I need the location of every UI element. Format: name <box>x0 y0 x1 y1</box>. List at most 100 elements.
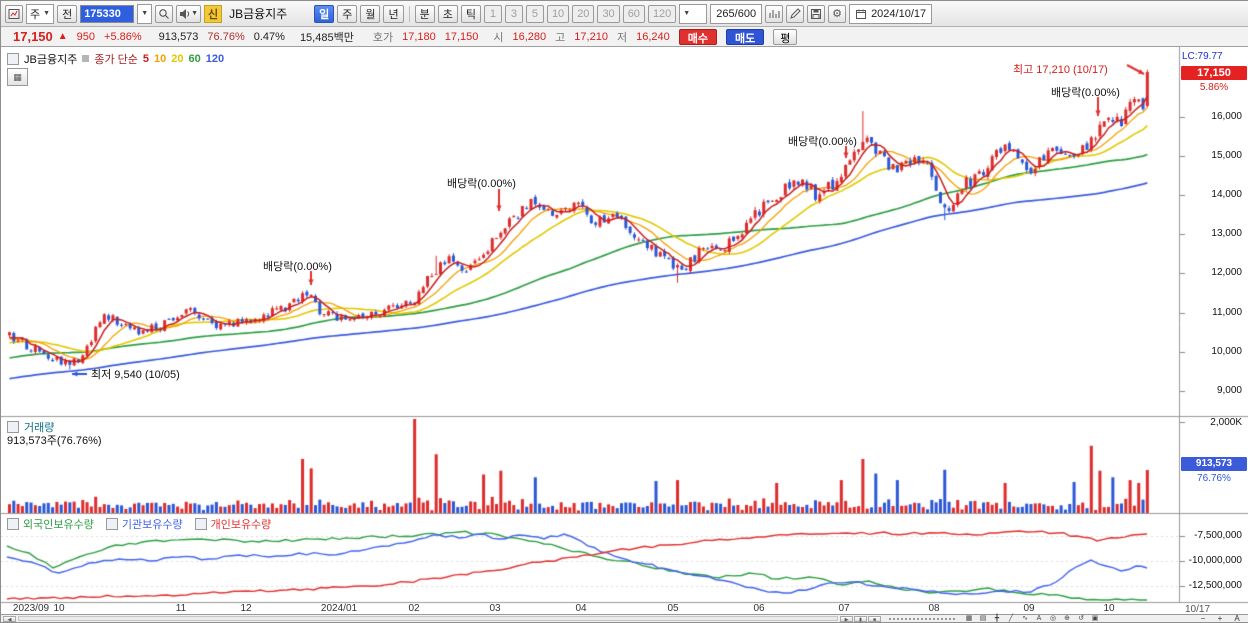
chevron-down-icon: ▼ <box>683 10 691 17</box>
high-label: 고 <box>555 31 566 44</box>
lc-indicator: LC:79.77 <box>1182 51 1223 62</box>
credit-badge: 신 <box>204 4 223 23</box>
legend-icon <box>7 52 19 65</box>
ma10-legend: 10 <box>154 52 167 65</box>
code-dropdown[interactable]: ▼ <box>137 3 153 24</box>
chart-canvas[interactable] <box>1 47 1248 622</box>
avg-button[interactable]: 평 <box>773 28 798 45</box>
market-type-combo[interactable]: 주 ▼ <box>26 3 55 24</box>
bid-price: 17,150 <box>444 30 479 43</box>
chevron-down-icon: ▼ <box>43 10 51 17</box>
volume-axis-tick: 2,000K <box>1210 417 1242 428</box>
period-tick-button[interactable]: 틱 <box>460 4 481 23</box>
prev-stock-button[interactable]: 전 <box>57 4 78 23</box>
scrollbar-track[interactable] <box>18 616 838 621</box>
interval-3-button[interactable]: 3 <box>504 4 523 23</box>
speaker-icon <box>180 8 190 19</box>
draw-button[interactable] <box>786 4 805 23</box>
institution-holdings-label: 기관보유수량 <box>121 519 183 531</box>
price-tick-label: 9,000 <box>1216 384 1242 396</box>
buy-button[interactable]: 매수 <box>678 28 717 45</box>
ma120-legend: 120 <box>205 52 225 65</box>
foreign-holdings-legend: 외국인보유수량 <box>7 516 94 532</box>
ma-type-label: 종가 단순 <box>94 53 138 66</box>
interval-120-button[interactable]: 120 <box>647 4 677 23</box>
stock-name: JB금융지주 <box>229 7 288 21</box>
price-axis[interactable]: LC:79.77 17,150 5.86% 16,000 15,000 14,000… <box>1179 47 1248 615</box>
open-label: 시 <box>493 31 504 44</box>
current-volume-pct: 76.76% <box>1197 473 1231 484</box>
current-price-badge: 17,150 <box>1181 66 1247 80</box>
volume-detail: 913,573주(76.76%) <box>7 435 102 447</box>
chevron-down-icon: ▼ <box>191 10 199 17</box>
hoga-label: 호가 <box>372 31 394 44</box>
current-change-pct: 5.86% <box>1199 82 1229 93</box>
price-tick-label: 12,000 <box>1211 267 1242 279</box>
scrollbar-dots <box>889 617 955 620</box>
holdings-tick-label: -10,000,000 <box>1188 555 1242 566</box>
interval-5-button[interactable]: 5 <box>525 4 544 23</box>
chart-grid-button[interactable]: ▦ <box>7 68 28 86</box>
chart-menu-icon <box>8 8 20 19</box>
turnover-rate: 0.47% <box>253 30 285 43</box>
interval-dropdown[interactable]: ▼ <box>679 3 708 24</box>
volume-value: 913,573 <box>158 30 199 43</box>
holdings-tick-label: -12,500,000 <box>1188 580 1242 591</box>
ma20-legend: 20 <box>171 52 184 65</box>
search-icon <box>159 8 169 19</box>
sell-button[interactable]: 매도 <box>725 28 765 45</box>
date-value: 2024/10/17 <box>871 7 927 20</box>
open-price: 16,280 <box>512 30 547 43</box>
trade-value: 15,485백만 <box>299 31 354 44</box>
chart-title: JB금융지주 <box>24 53 78 66</box>
period-year-button[interactable]: 년 <box>383 4 404 23</box>
high-price: 17,210 <box>574 30 608 43</box>
interval-20-button[interactable]: 20 <box>572 4 595 23</box>
ma60-legend: 60 <box>188 52 201 65</box>
legend-icon <box>7 518 19 530</box>
legend-icon <box>105 518 118 530</box>
compare-chart-button[interactable] <box>765 4 784 23</box>
period-month-button[interactable]: 월 <box>360 4 381 23</box>
save-icon <box>811 8 822 19</box>
calendar-icon <box>856 9 867 19</box>
up-arrow-icon: ▲ <box>57 31 68 42</box>
settings-button[interactable]: ⚙ <box>828 4 847 23</box>
search-button[interactable] <box>155 4 174 23</box>
pencil-icon <box>790 7 801 19</box>
period-minute-button[interactable]: 분 <box>414 4 435 23</box>
interval-60-button[interactable]: 60 <box>622 4 645 23</box>
low-label: 저 <box>616 31 628 44</box>
interval-10-button[interactable]: 10 <box>546 4 570 23</box>
price-tick-label: 11,000 <box>1212 306 1242 318</box>
price-change-pct: +5.86% <box>104 30 142 43</box>
individual-holdings-legend: 개인보유수량 <box>194 516 271 532</box>
compare-chart-icon <box>769 9 780 18</box>
volume-ratio: 76.76% <box>207 30 245 43</box>
foreign-holdings-label: 외국인보유수량 <box>23 519 94 531</box>
institution-holdings-legend: 기관보유수량 <box>105 516 183 532</box>
current-volume-badge: 913,573 <box>1181 457 1247 471</box>
interval-1-button[interactable]: 1 <box>483 4 502 23</box>
toolbar-separator <box>408 5 410 22</box>
price-tick-label: 15,000 <box>1211 150 1242 162</box>
market-type-value: 주 <box>30 8 41 21</box>
period-day-button[interactable]: 일 <box>314 4 335 23</box>
interval-30-button[interactable]: 30 <box>597 4 620 23</box>
ma5-legend: 5 <box>142 52 149 65</box>
date-picker[interactable]: 2024/10/17 <box>849 3 933 24</box>
chart-menu-button[interactable] <box>5 4 23 23</box>
period-week-button[interactable]: 주 <box>337 4 358 23</box>
bar-count[interactable]: 265/600 <box>710 3 763 24</box>
price-tick-label: 14,000 <box>1211 189 1242 201</box>
voice-button[interactable]: ▼ <box>176 4 202 23</box>
price-tick-label: 16,000 <box>1211 111 1242 122</box>
period-second-button[interactable]: 초 <box>437 4 458 23</box>
gear-icon: ⚙ <box>832 8 842 20</box>
stock-code-input[interactable] <box>80 4 135 23</box>
legend-icon <box>194 518 207 530</box>
holdings-tick-label: -7,500,000 <box>1194 530 1242 541</box>
save-button[interactable] <box>807 4 826 23</box>
chevron-down-icon: ▼ <box>141 10 149 17</box>
chart-legend: JB금융지주 종가 단순 5 10 20 60 120 <box>7 52 225 66</box>
